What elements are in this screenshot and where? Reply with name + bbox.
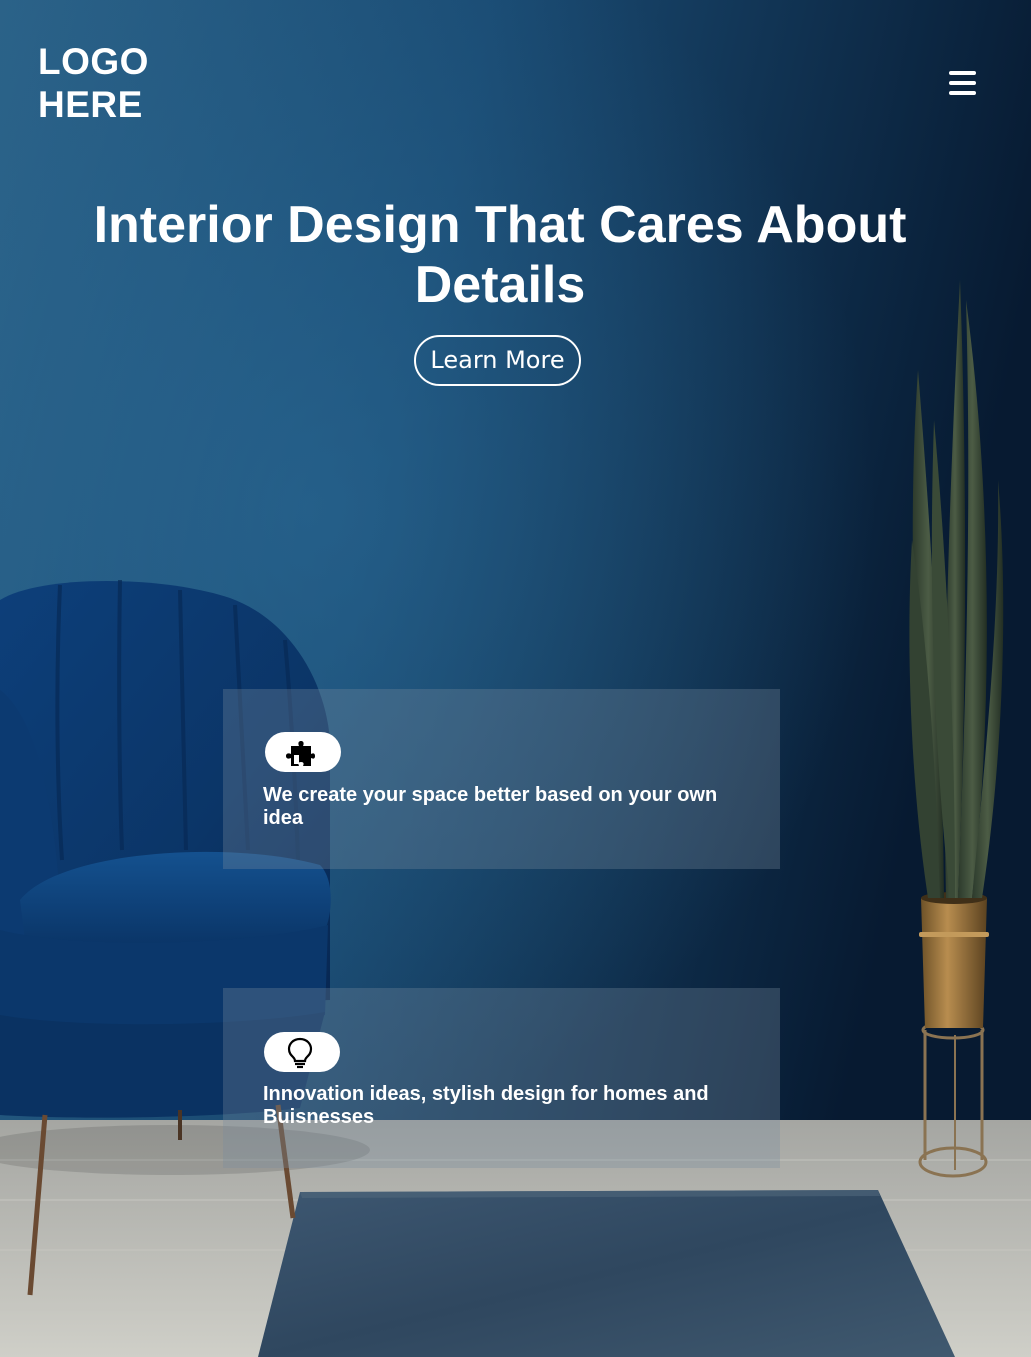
feature-text: We create your space better based on you… xyxy=(263,784,718,829)
feature-icon-badge xyxy=(265,732,341,772)
hamburger-menu-button[interactable] xyxy=(944,68,980,98)
logo-line-2: HERE xyxy=(38,84,143,125)
feature-card: We create your space better based on you… xyxy=(223,689,780,869)
menu-bar-bottom xyxy=(949,91,976,95)
logo[interactable]: LOGO HERE xyxy=(38,40,149,126)
menu-bar-middle xyxy=(949,81,976,85)
learn-more-button[interactable]: Learn More xyxy=(414,335,581,386)
feature-icon-badge xyxy=(264,1032,340,1072)
lightbulb-icon xyxy=(287,1037,313,1069)
hero-headline: Interior Design That Cares About Details xyxy=(93,196,907,314)
feature-text: Innovation ideas, stylish design for hom… xyxy=(263,1083,709,1128)
puzzle-piece-icon xyxy=(286,741,315,766)
menu-bar-top xyxy=(949,71,976,75)
logo-line-1: LOGO xyxy=(38,41,149,82)
feature-card: Innovation ideas, stylish design for hom… xyxy=(223,988,780,1168)
